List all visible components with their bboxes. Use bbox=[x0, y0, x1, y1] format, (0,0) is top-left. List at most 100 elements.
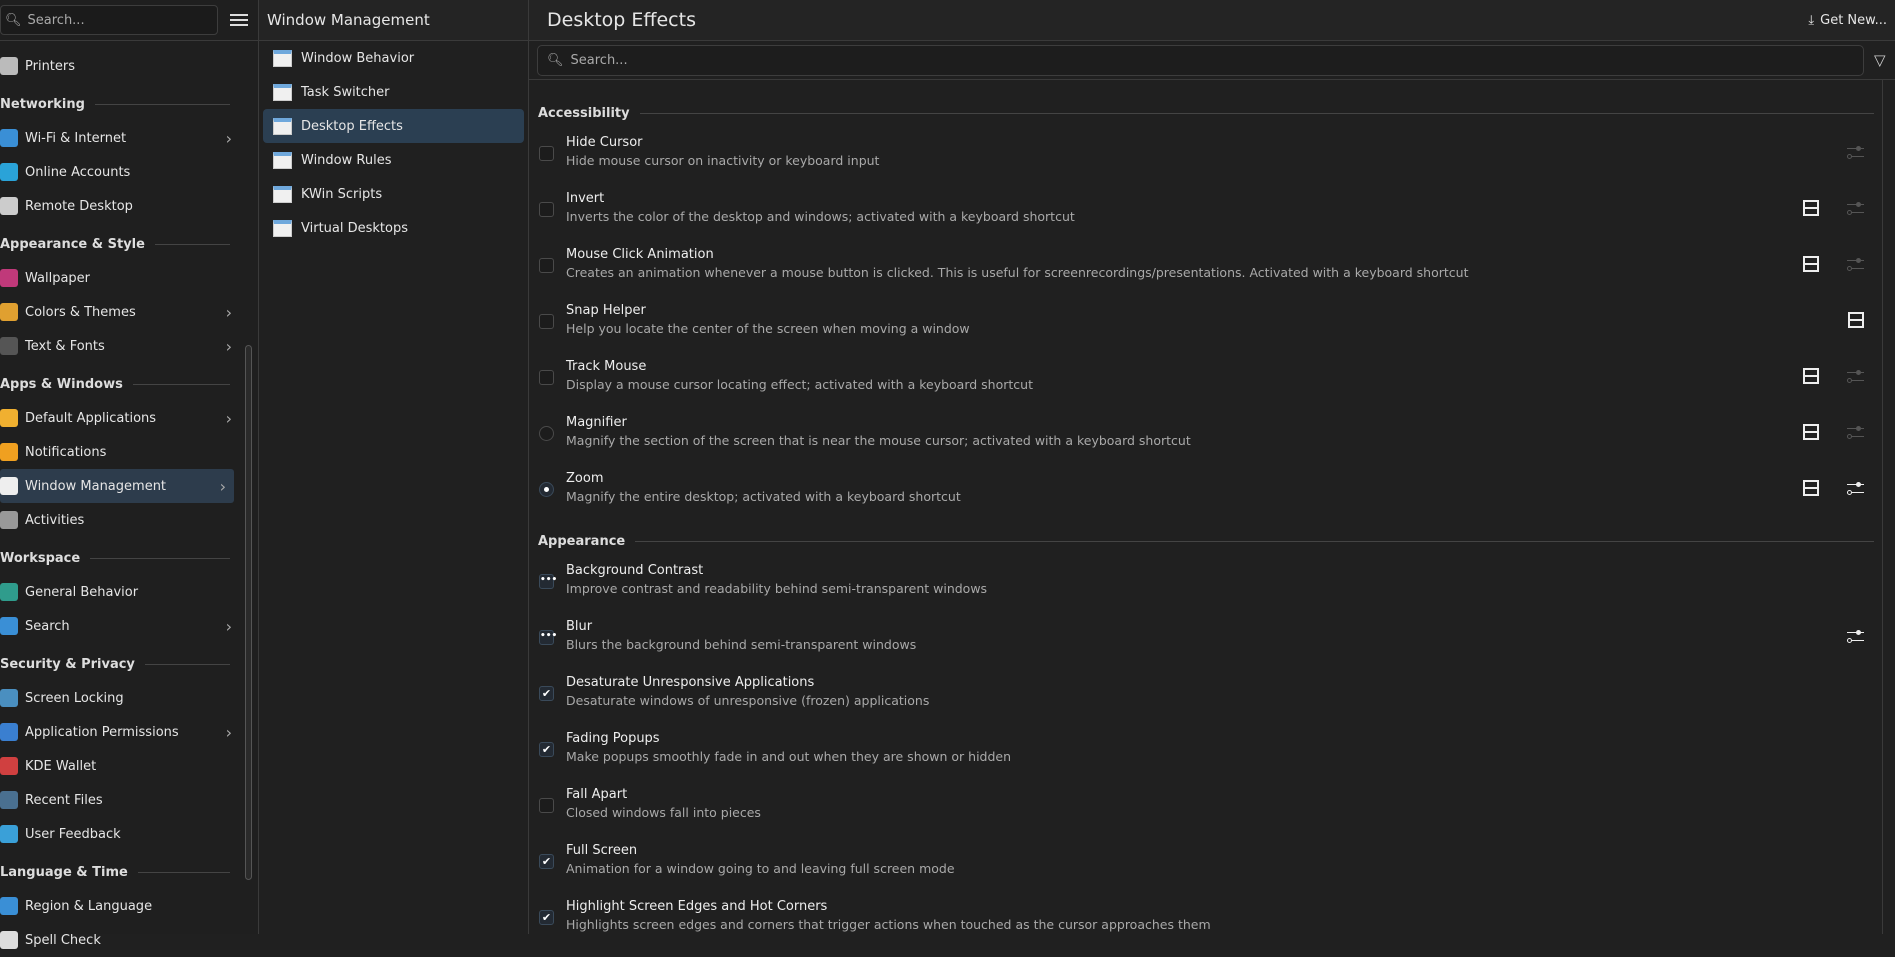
sidebar-item-label: Recent Files bbox=[25, 792, 103, 808]
sidebar-item[interactable]: Notifications bbox=[0, 435, 240, 469]
category-icon bbox=[0, 337, 18, 355]
sidebar-item[interactable]: Wallpaper bbox=[0, 261, 240, 295]
video-icon[interactable] bbox=[1803, 256, 1819, 272]
video-icon[interactable] bbox=[1848, 312, 1864, 328]
subcategory-label: Task Switcher bbox=[301, 84, 390, 100]
effect-row: ✔ Highlight Screen Edges and Hot Corners H… bbox=[529, 889, 1882, 934]
effect-title: Background Contrast bbox=[566, 563, 704, 578]
section-label: Language & Time bbox=[0, 865, 128, 880]
effect-radio[interactable] bbox=[539, 426, 554, 441]
effects-search-input[interactable]: 🔍︎ Search... bbox=[537, 44, 1864, 76]
effect-description: Highlights screen edges and corners that… bbox=[566, 917, 1211, 932]
configure-icon bbox=[1847, 256, 1864, 272]
category-icon bbox=[0, 583, 18, 601]
filter-icon[interactable]: ▽ bbox=[1874, 51, 1886, 69]
sidebar-item[interactable]: Recent Files bbox=[0, 783, 240, 817]
subcategory-label: Desktop Effects bbox=[301, 118, 403, 134]
effect-row: Fall Apart Closed windows fall into piece… bbox=[529, 777, 1882, 833]
category-icon bbox=[0, 269, 18, 287]
sidebar-item-label: Wi-Fi & Internet bbox=[25, 130, 127, 146]
effect-checkbox[interactable]: ✔ bbox=[539, 910, 554, 925]
effect-checkbox[interactable]: ✔ bbox=[539, 686, 554, 701]
effects-search-bar: 🔍︎ Search... ▽ bbox=[529, 41, 1895, 80]
effect-row: Mouse Click Animation Creates an animatio… bbox=[529, 237, 1882, 293]
sidebar-item[interactable]: Remote Desktop bbox=[0, 189, 240, 223]
sidebar-item[interactable]: Region & Language bbox=[0, 889, 240, 923]
sidebar-item[interactable]: Colors & Themes › bbox=[0, 295, 240, 329]
configure-icon[interactable] bbox=[1847, 480, 1864, 496]
subcategory-item[interactable]: Desktop Effects bbox=[263, 109, 524, 143]
sidebar-item-label: Spell Check bbox=[25, 932, 101, 948]
sidebar-item[interactable]: General Behavior bbox=[0, 575, 240, 609]
sidebar-item[interactable]: Printers bbox=[0, 49, 240, 83]
divider bbox=[635, 541, 1874, 542]
sidebar-item[interactable]: User Feedback bbox=[0, 817, 240, 851]
subcategory-item[interactable]: Window Behavior bbox=[263, 41, 524, 75]
sidebar-item[interactable]: Wi-Fi & Internet › bbox=[0, 121, 240, 155]
subcategory-item[interactable]: Window Rules bbox=[263, 143, 524, 177]
section-label: Networking bbox=[0, 97, 85, 112]
configure-icon[interactable] bbox=[1847, 628, 1864, 644]
sidebar-item[interactable]: Screen Locking bbox=[0, 681, 240, 715]
sidebar-item[interactable]: Text & Fonts › bbox=[0, 329, 240, 363]
effect-row: Track Mouse Display a mouse cursor locati… bbox=[529, 349, 1882, 405]
subcategory-label: Window Behavior bbox=[301, 50, 415, 66]
effect-description: Make popups smoothly fade in and out whe… bbox=[566, 749, 1012, 764]
divider bbox=[144, 664, 230, 665]
sidebar-item-label: KDE Wallet bbox=[25, 758, 97, 774]
search-placeholder: Search... bbox=[570, 52, 628, 68]
sidebar-item-label: Activities bbox=[25, 512, 85, 528]
menu-icon[interactable] bbox=[230, 14, 248, 26]
sidebar-item[interactable]: Search › bbox=[0, 609, 240, 643]
sidebar-search-input[interactable]: 🔍︎ Search... bbox=[0, 5, 218, 35]
subcategory-item[interactable]: KWin Scripts bbox=[263, 177, 524, 211]
effect-checkbox[interactable] bbox=[539, 370, 554, 385]
effect-checkbox[interactable] bbox=[539, 798, 554, 813]
effect-checkbox[interactable] bbox=[539, 314, 554, 329]
sidebar-item[interactable]: Activities bbox=[0, 503, 240, 537]
effect-checkbox[interactable]: ••• bbox=[539, 574, 557, 589]
chevron-right-icon: › bbox=[225, 128, 232, 148]
video-icon[interactable] bbox=[1803, 424, 1819, 440]
chevron-right-icon: › bbox=[225, 616, 232, 636]
video-icon[interactable] bbox=[1803, 200, 1819, 216]
effect-checkbox[interactable]: ✔ bbox=[539, 854, 554, 869]
get-new-button[interactable]: ⤓ Get New... bbox=[1808, 13, 1887, 28]
effect-checkbox[interactable] bbox=[539, 258, 554, 273]
effect-checkbox[interactable]: ••• bbox=[539, 630, 557, 645]
effect-checkbox[interactable] bbox=[539, 146, 554, 161]
subcategory-item[interactable]: Virtual Desktops bbox=[263, 211, 524, 245]
sidebar-item[interactable]: Application Permissions › bbox=[0, 715, 240, 749]
effect-description: Help you locate the center of the screen… bbox=[566, 321, 970, 336]
sidebar-item[interactable]: Online Accounts bbox=[0, 155, 240, 189]
effect-radio[interactable] bbox=[539, 482, 554, 497]
effect-row: Zoom Magnify the entire desktop; activate… bbox=[529, 461, 1882, 517]
video-icon[interactable] bbox=[1803, 368, 1819, 384]
effect-checkbox[interactable]: ✔ bbox=[539, 742, 554, 757]
sidebar-section-header: Language & Time bbox=[0, 851, 240, 889]
effect-title: Magnifier bbox=[566, 415, 627, 430]
sidebar-scrollbar[interactable] bbox=[245, 345, 252, 880]
category-icon bbox=[0, 723, 18, 741]
sidebar-item[interactable]: Window Management › bbox=[0, 469, 234, 503]
effect-title: Mouse Click Animation bbox=[566, 247, 714, 262]
sidebar-item[interactable]: Default Applications › bbox=[0, 401, 240, 435]
effect-description: Inverts the color of the desktop and win… bbox=[566, 209, 1075, 224]
chevron-right-icon: › bbox=[225, 408, 232, 428]
category-icon bbox=[0, 689, 18, 707]
subcategory-label: KWin Scripts bbox=[301, 186, 383, 202]
subcategory-item[interactable]: Task Switcher bbox=[263, 75, 524, 109]
download-icon: ⤓ bbox=[1808, 12, 1815, 28]
sidebar-item-label: Search bbox=[25, 618, 70, 634]
category-icon bbox=[0, 57, 18, 75]
section-label: Apps & Windows bbox=[0, 377, 123, 392]
video-icon[interactable] bbox=[1803, 480, 1819, 496]
sidebar-item[interactable]: KDE Wallet bbox=[0, 749, 240, 783]
section-label: Workspace bbox=[0, 551, 81, 566]
effect-title: Desaturate Unresponsive Applications bbox=[566, 675, 815, 690]
sidebar-item[interactable]: Spell Check bbox=[0, 923, 240, 957]
effect-checkbox[interactable] bbox=[539, 202, 554, 217]
chevron-right-icon: › bbox=[225, 302, 232, 322]
divider bbox=[154, 244, 230, 245]
search-icon: 🔍︎ bbox=[5, 12, 22, 28]
